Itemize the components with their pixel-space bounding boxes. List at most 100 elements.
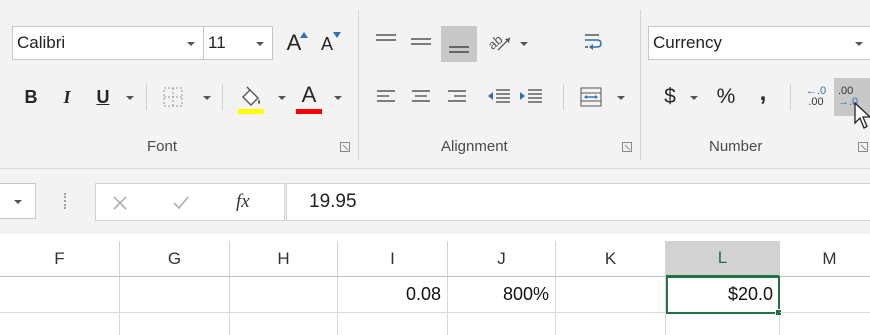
formula-tools: fx — [95, 183, 285, 221]
middle-align-icon — [411, 38, 431, 45]
decrease-indent-button[interactable] — [484, 84, 514, 110]
insert-function-icon[interactable]: fx — [236, 191, 250, 213]
column-header-m[interactable]: M — [780, 241, 870, 277]
group-separator — [640, 10, 641, 160]
comma-style-button[interactable]: , — [752, 78, 774, 108]
font-group-label: Font — [147, 138, 178, 155]
font-name-box[interactable]: Calibri — [12, 26, 204, 60]
currency-format-button[interactable]: $ — [656, 82, 684, 112]
column-header-k[interactable]: K — [556, 241, 666, 277]
cell-i-next-row[interactable] — [338, 313, 448, 335]
cell-f[interactable] — [0, 277, 120, 313]
increase-font-size-button[interactable]: A — [280, 26, 308, 60]
underline-dropdown-icon[interactable] — [126, 96, 134, 100]
svg-text:ab: ab — [486, 32, 505, 53]
wrap-text-button[interactable] — [578, 26, 608, 58]
mouse-cursor-icon — [854, 102, 870, 129]
cell-f-next-row[interactable] — [0, 313, 120, 335]
chevron-down-icon[interactable] — [256, 42, 264, 46]
separator — [790, 84, 791, 110]
cell-k[interactable] — [556, 277, 666, 313]
cell-g[interactable] — [120, 277, 230, 313]
column-header-l[interactable]: L — [666, 241, 780, 277]
fill-color-dropdown-icon[interactable] — [278, 96, 286, 100]
merge-center-button[interactable] — [576, 82, 606, 112]
column-header-i[interactable]: I — [338, 241, 448, 277]
fill-color-button[interactable] — [236, 80, 266, 116]
font-color-button[interactable]: A — [294, 80, 324, 116]
merge-center-icon — [580, 87, 602, 107]
align-right-icon — [448, 90, 466, 102]
align-left-icon — [377, 90, 395, 102]
cell-h-next-row[interactable] — [230, 313, 338, 335]
active-cell-border — [666, 276, 780, 314]
merge-dropdown-icon[interactable] — [617, 96, 625, 100]
separator — [563, 84, 564, 110]
orientation-icon: ab — [486, 32, 511, 53]
cell-g-next-row[interactable] — [120, 313, 230, 335]
wrap-text-icon — [585, 34, 602, 50]
column-header-j[interactable]: J — [448, 241, 556, 277]
grip-icon[interactable] — [64, 193, 67, 209]
number-format-box[interactable]: Currency — [648, 26, 870, 60]
column-header-h[interactable]: H — [230, 241, 338, 277]
bottom-align-button[interactable] — [441, 26, 477, 62]
dialog-launcher-icon[interactable] — [340, 142, 350, 152]
cell-i[interactable]: 0.08 — [338, 277, 448, 313]
paint-bucket-icon — [242, 86, 260, 106]
align-center-icon — [412, 90, 430, 102]
font-size-value: 11 — [208, 33, 226, 52]
orientation-dropdown-icon[interactable] — [520, 42, 528, 46]
borders-icon — [163, 87, 183, 107]
formula-bar: fx 19.95 — [0, 168, 870, 234]
borders-button[interactable] — [160, 84, 186, 110]
ribbon: Calibri 11 A A B I U A Font ab Alignment… — [0, 0, 870, 168]
align-center-button[interactable] — [407, 84, 435, 110]
separator — [222, 84, 223, 110]
middle-align-button[interactable] — [407, 28, 435, 56]
increase-indent-button[interactable] — [516, 84, 546, 110]
number-group-label: Number — [709, 138, 763, 155]
increase-indent-icon — [520, 89, 542, 103]
cell-j-next-row[interactable] — [448, 313, 556, 335]
chevron-down-icon[interactable] — [187, 42, 195, 46]
fill-color-swatch — [238, 109, 264, 114]
cell-l-next-row[interactable] — [666, 313, 780, 335]
top-align-button[interactable] — [372, 28, 400, 56]
triangle-down-icon — [333, 32, 341, 38]
borders-dropdown-icon[interactable] — [203, 96, 211, 100]
name-box[interactable] — [0, 183, 36, 219]
chevron-down-icon[interactable] — [14, 200, 22, 204]
underline-button[interactable]: U — [90, 82, 116, 112]
bold-button[interactable]: B — [18, 82, 44, 112]
column-header-g[interactable]: G — [120, 241, 230, 277]
orientation-button[interactable]: ab — [484, 26, 514, 58]
font-size-box[interactable]: 11 — [203, 26, 273, 60]
spreadsheet-grid: FGHIJKLM 0.08 800% $20.0 — [0, 234, 870, 335]
font-name-value: Calibri — [17, 33, 66, 52]
font-color-dropdown-icon[interactable] — [334, 96, 342, 100]
cell-m-next-row[interactable] — [780, 313, 870, 335]
percent-style-button[interactable]: % — [712, 82, 740, 112]
dialog-launcher-icon[interactable] — [622, 142, 632, 152]
cell-h[interactable] — [230, 277, 338, 313]
increase-decimal-button[interactable]: ←.0 .00 — [800, 80, 832, 114]
formula-value: 19.95 — [309, 191, 357, 212]
column-header-f[interactable]: F — [0, 241, 120, 277]
cancel-icon[interactable] — [112, 195, 128, 211]
align-right-button[interactable] — [443, 84, 471, 110]
dialog-launcher-icon[interactable] — [858, 142, 868, 152]
cell-j[interactable]: 800% — [448, 277, 556, 313]
decrease-indent-icon — [488, 89, 510, 103]
cell-m[interactable] — [780, 277, 870, 313]
italic-button[interactable]: I — [54, 82, 80, 112]
decrease-font-size-button[interactable]: A — [314, 28, 341, 60]
formula-input[interactable]: 19.95 — [286, 183, 870, 221]
number-format-value: Currency — [653, 33, 722, 52]
chevron-down-icon[interactable] — [855, 42, 863, 46]
currency-dropdown-icon[interactable] — [690, 96, 698, 100]
align-left-button[interactable] — [372, 84, 400, 110]
cell-k-next-row[interactable] — [556, 313, 666, 335]
alignment-group-label: Alignment — [441, 138, 508, 155]
enter-check-icon[interactable] — [172, 195, 190, 211]
